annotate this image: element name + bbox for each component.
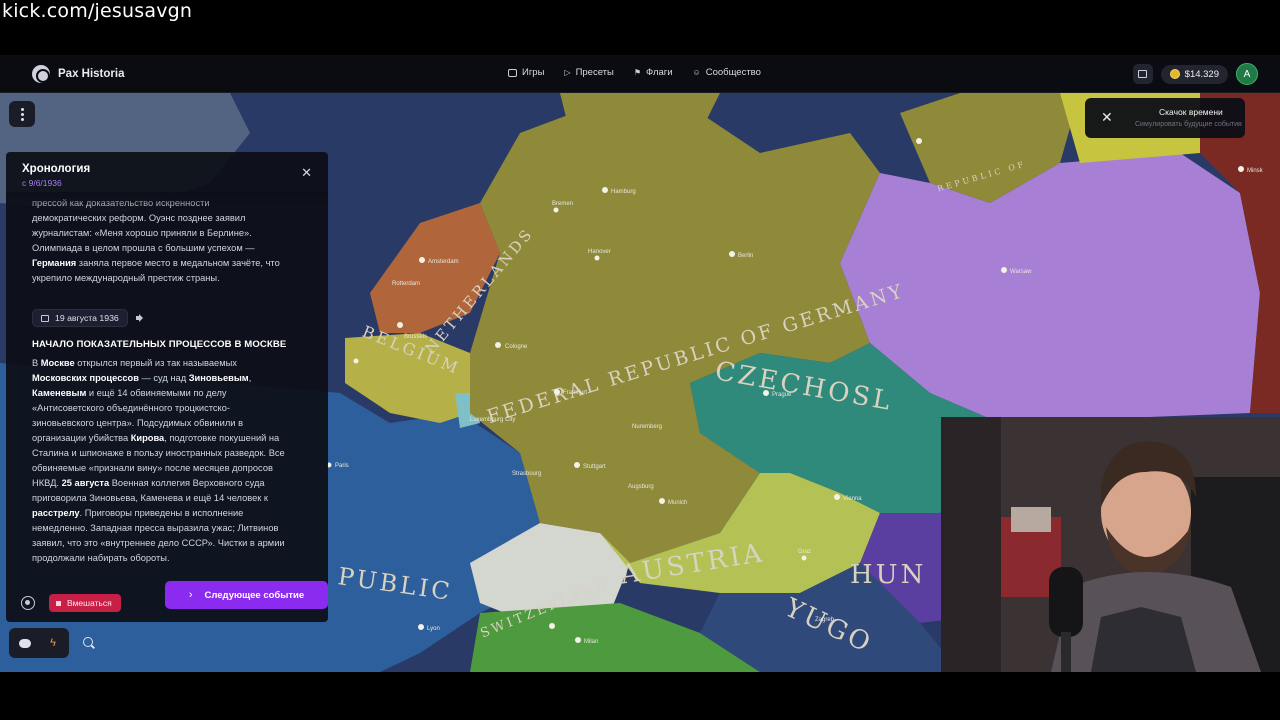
svg-text:Bremen: Bremen [552, 201, 573, 207]
svg-text:Hamburg: Hamburg [611, 189, 636, 195]
nav-flags[interactable]: ⚑ Флаги [634, 67, 673, 78]
timeline-footer: Вмешаться [21, 594, 121, 612]
nav-community[interactable]: ☺ Сообщество [693, 67, 761, 78]
capital-marker[interactable] [729, 251, 735, 257]
timeline-title: Хронология [22, 163, 91, 175]
svg-text:Frankfurt: Frankfurt [563, 390, 587, 396]
time-skip-panel[interactable]: ✕ Скачок времени Симулировать будущие со… [1085, 98, 1245, 138]
stream-overlay-url: kick.com/jesusavgn [2, 0, 193, 22]
flag-icon: ⚑ [633, 68, 642, 77]
chevron-right-icon: › [188, 589, 193, 601]
svg-text:Cologne: Cologne [505, 344, 528, 350]
event-date-row: 19 августа 1936 [32, 309, 146, 327]
svg-text:Milan: Milan [584, 639, 598, 645]
svg-text:Vienna: Vienna [843, 496, 862, 502]
nav-games-label: Игры [522, 67, 545, 78]
svg-text:Paris: Paris [335, 463, 349, 469]
text-line: укрепило международный престиж страны. [32, 273, 220, 283]
play-icon: ▷ [564, 68, 571, 77]
close-icon[interactable]: ✕ [301, 166, 312, 179]
nav-games[interactable]: Игры [508, 67, 544, 78]
gift-button[interactable] [1132, 64, 1153, 84]
speaker-icon[interactable] [135, 314, 146, 322]
webcam-overlay [941, 417, 1280, 672]
svg-text:Strasbourg: Strasbourg [512, 471, 541, 477]
nav-presets-label: Пресеты [575, 67, 614, 78]
map-label-hungary: HUN [850, 560, 926, 590]
map-menu-button[interactable] [9, 101, 35, 127]
text-line: Германия заняла первое место в медальном… [32, 258, 280, 268]
close-icon[interactable]: ✕ [1101, 110, 1113, 124]
intervene-button[interactable]: Вмешаться [49, 594, 121, 612]
city-marker[interactable] [602, 187, 608, 193]
svg-text:Luxembourg City: Luxembourg City [470, 417, 515, 423]
more-vertical-icon [20, 112, 24, 116]
time-skip-title: Скачок времени [1159, 107, 1223, 117]
settings-icon[interactable] [21, 596, 35, 610]
event-date-chip: 19 августа 1936 [32, 309, 128, 327]
gift-icon [1138, 70, 1148, 78]
nav-community-label: Сообщество [705, 67, 761, 78]
event-title: НАЧАЛО ПОКАЗАТЕЛЬНЫХ ПРОЦЕССОВ В МОСКВЕ [32, 339, 287, 350]
text-line: Олимпиада в целом прошла с большим успех… [32, 243, 255, 253]
svg-text:Brussels: Brussels [404, 334, 427, 340]
svg-text:Amsterdam: Amsterdam [428, 259, 459, 265]
text-line: демократических реформ. Оуэнс позднее за… [32, 213, 246, 223]
tool-group: ϟ [9, 628, 69, 658]
time-skip-subtitle: Симулировать будущие события [1135, 121, 1242, 128]
next-event-button[interactable]: › Следующее событие [165, 581, 328, 609]
timeline-panel: Хронология с 9/6/1936 ✕ прессой как дока… [6, 152, 328, 622]
chat-icon [19, 638, 31, 648]
intervene-label: Вмешаться [67, 598, 112, 608]
svg-text:Nuremberg: Nuremberg [632, 424, 662, 430]
svg-text:Prague: Prague [772, 392, 792, 398]
screen: kick.com/jesusavgn FEDERAL REPUBLIC OF G… [0, 0, 1280, 720]
timeline-header: Хронология с 9/6/1936 [22, 163, 90, 188]
svg-text:Stuttgart: Stuttgart [583, 464, 606, 470]
search-icon[interactable] [83, 637, 95, 649]
brand[interactable]: Pax Historia [32, 65, 124, 83]
nav-flags-label: Флаги [646, 67, 673, 78]
gamepad-icon [508, 68, 517, 77]
svg-text:Minsk: Minsk [1247, 168, 1264, 174]
app-name: Pax Historia [58, 68, 125, 80]
coin-icon [1169, 69, 1180, 79]
svg-text:Warsaw: Warsaw [1010, 269, 1032, 275]
calendar-icon [41, 314, 49, 322]
balance-badge[interactable]: $14.329 [1160, 64, 1228, 84]
svg-text:Lyon: Lyon [427, 626, 440, 632]
svg-text:Hanover: Hanover [588, 249, 611, 255]
svg-text:Zagreb: Zagreb [815, 617, 835, 623]
svg-text:Berlin: Berlin [738, 253, 753, 259]
streamer-webcam-image [941, 417, 1280, 672]
users-icon: ☺ [692, 68, 701, 77]
bottom-toolbar: ϟ [9, 628, 95, 658]
svg-text:Rotterdam: Rotterdam [392, 281, 420, 287]
svg-text:Graz: Graz [798, 549, 811, 555]
stop-icon [56, 600, 61, 606]
main-nav: Игры ▷ Пресеты ⚑ Флаги ☺ Сообщество [508, 67, 761, 78]
previous-event-text: прессой как доказательство искренности д… [32, 196, 310, 286]
svg-text:Munich: Munich [668, 500, 687, 506]
timeline-since: с 9/6/1936 [22, 178, 62, 188]
event-description: В Москве открылся первый из так называем… [32, 358, 285, 563]
svg-text:Augsburg: Augsburg [628, 484, 654, 490]
globe-logo-icon [32, 65, 50, 83]
scroll-fade [6, 192, 328, 208]
top-navigation-bar: Pax Historia Игры ▷ Пресеты ⚑ Флаги ☺ Сообщ… [0, 55, 1280, 93]
user-avatar[interactable]: A [1236, 63, 1258, 85]
next-event-label: Следующее событие [204, 589, 305, 601]
text-line: журналистам: «Меня хорошо приняли в Берл… [32, 228, 252, 238]
lightning-button[interactable]: ϟ [40, 631, 66, 655]
chat-button[interactable] [12, 631, 38, 655]
lightning-icon: ϟ [50, 637, 56, 649]
header-actions: $14.329 A [1132, 63, 1258, 85]
nav-presets[interactable]: ▷ Пресеты [564, 67, 613, 78]
balance-amount: $14.329 [1184, 68, 1219, 80]
event-date: 19 августа 1936 [55, 313, 119, 323]
